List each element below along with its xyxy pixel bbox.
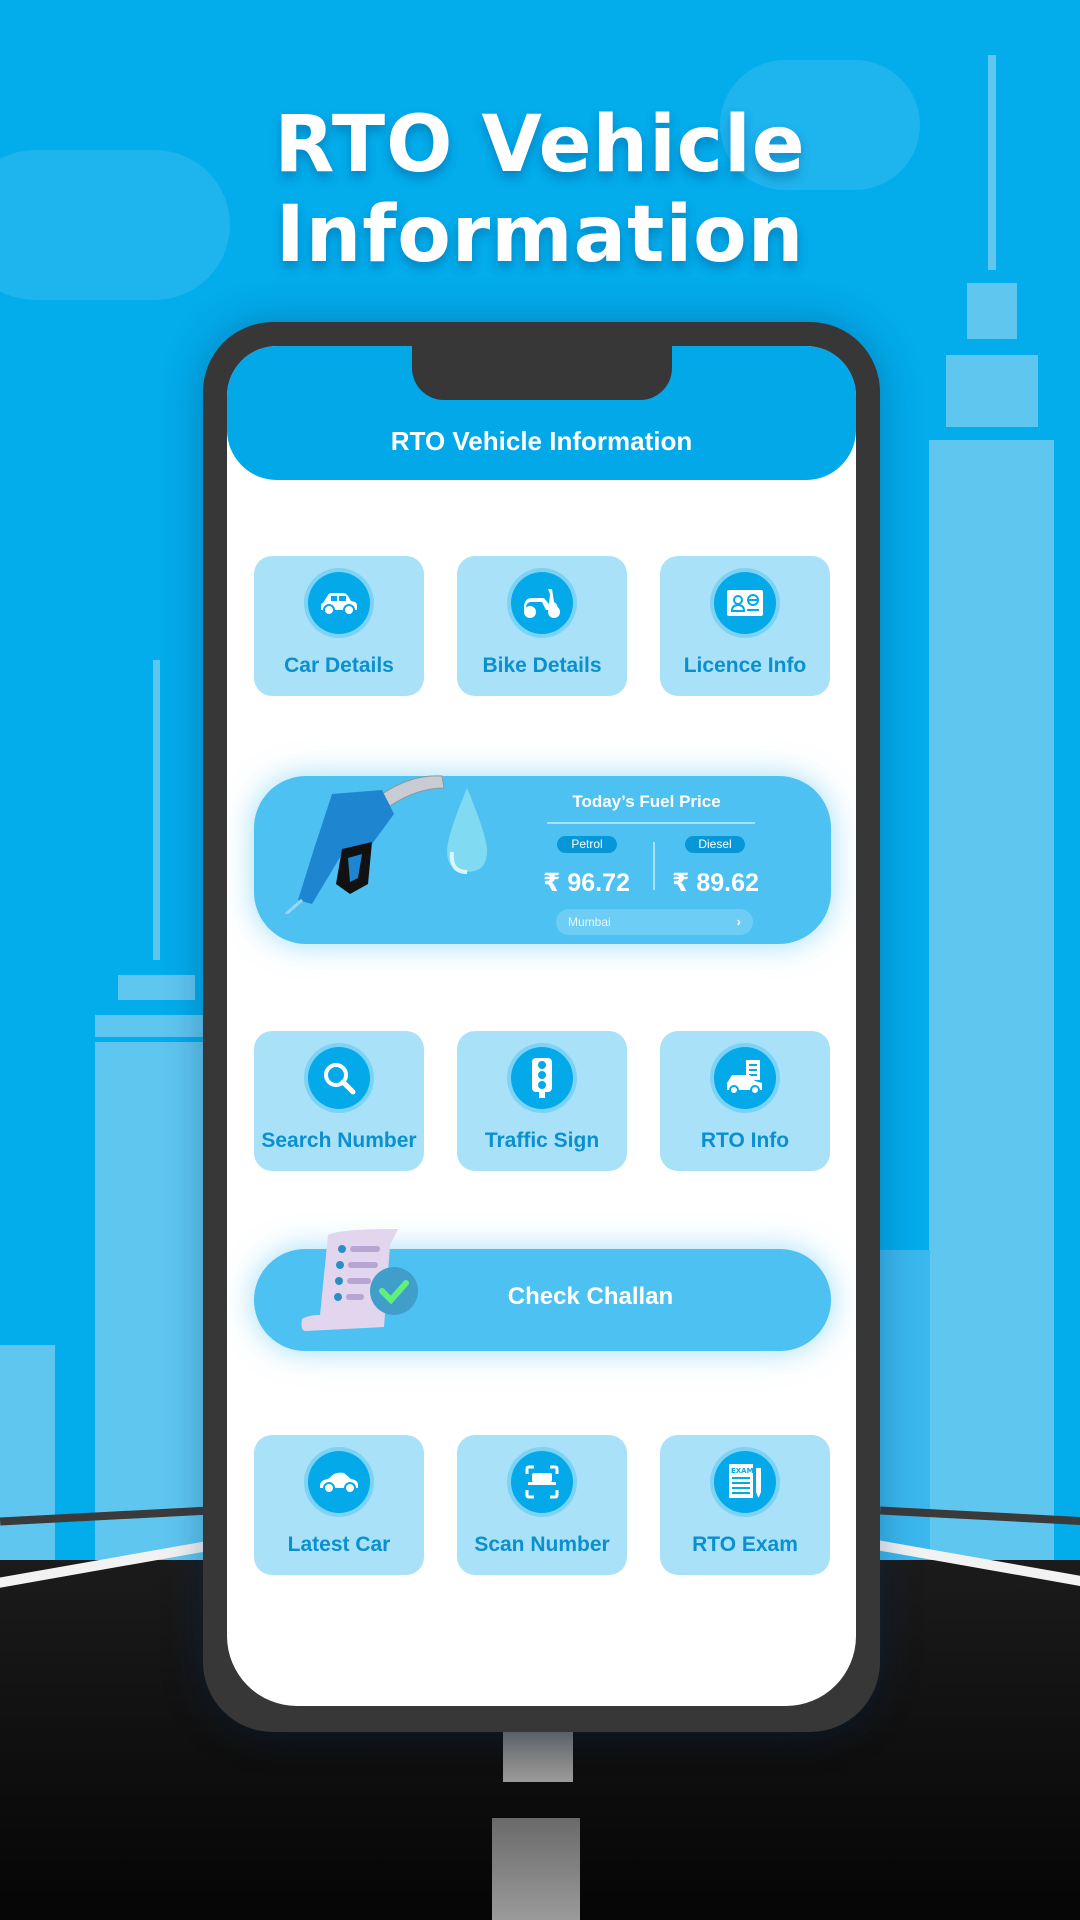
diesel-badge: Diesel bbox=[685, 836, 745, 853]
building-left-top bbox=[118, 975, 195, 1000]
phone-mockup: RTO Vehicle Information Car Details Bike… bbox=[203, 322, 880, 1732]
tile-label: Latest Car bbox=[287, 1533, 391, 1556]
lane-marking bbox=[503, 1730, 573, 1782]
scan-plate-icon bbox=[511, 1451, 573, 1513]
search-icon bbox=[308, 1047, 370, 1109]
tile-label: Scan Number bbox=[474, 1533, 610, 1556]
fuel-divider bbox=[547, 822, 755, 824]
tile-search-number[interactable]: Search Number bbox=[254, 1031, 424, 1171]
fuel-drop-icon bbox=[447, 788, 487, 874]
tile-label: Search Number bbox=[261, 1129, 417, 1152]
fuel-vertical-divider bbox=[653, 842, 655, 890]
chevron-right-icon: › bbox=[736, 914, 741, 929]
tile-label: RTO Exam bbox=[692, 1533, 798, 1556]
lane-marking bbox=[492, 1818, 580, 1920]
city-selector[interactable]: Mumbai › bbox=[556, 909, 753, 935]
tile-bike-details[interactable]: Bike Details bbox=[457, 556, 627, 696]
building-right-top bbox=[967, 283, 1017, 339]
tile-label: Licence Info bbox=[683, 654, 807, 677]
check-challan-button[interactable]: Check Challan bbox=[254, 1229, 831, 1351]
diesel-price: ₹ 89.62 bbox=[672, 869, 759, 897]
scooter-icon bbox=[511, 572, 573, 634]
exam-paper-icon: EXAM bbox=[714, 1451, 776, 1513]
tile-traffic-sign[interactable]: Traffic Sign bbox=[457, 1031, 627, 1171]
traffic-light-icon bbox=[511, 1047, 573, 1109]
building-left-small bbox=[0, 1345, 55, 1560]
sedan-car-icon bbox=[308, 1451, 370, 1513]
app-screen: RTO Vehicle Information Car Details Bike… bbox=[227, 346, 856, 1706]
tile-label: RTO Info bbox=[700, 1129, 790, 1152]
check-challan-label: Check Challan bbox=[507, 1283, 674, 1310]
licence-card-icon bbox=[714, 572, 776, 634]
tile-label: Bike Details bbox=[482, 654, 602, 677]
fuel-title: Today’s Fuel Price bbox=[572, 792, 721, 811]
rto-car-document-icon bbox=[714, 1047, 776, 1109]
svg-text:EXAM: EXAM bbox=[731, 1467, 754, 1475]
building-left-antenna bbox=[153, 660, 160, 960]
tile-car-details[interactable]: Car Details bbox=[254, 556, 424, 696]
phone-notch bbox=[412, 346, 672, 400]
app-title: RTO Vehicle Information bbox=[390, 426, 693, 456]
tile-latest-car[interactable]: Latest Car bbox=[254, 1435, 424, 1575]
tile-rto-exam[interactable]: EXAM RTO Exam bbox=[660, 1435, 830, 1575]
building-right bbox=[929, 440, 1054, 1560]
building-left bbox=[95, 1042, 205, 1562]
hero-title: RTO Vehicle Information bbox=[274, 100, 806, 280]
tile-rto-info[interactable]: RTO Info bbox=[660, 1031, 830, 1171]
tile-label: Car Details bbox=[284, 654, 394, 677]
building-right-mid bbox=[946, 355, 1038, 427]
tile-scan-number[interactable]: Scan Number bbox=[457, 1435, 627, 1575]
tile-label: Traffic Sign bbox=[484, 1129, 600, 1152]
petrol-badge: Petrol bbox=[557, 836, 617, 853]
city-name: Mumbai bbox=[568, 915, 611, 929]
tile-licence-info[interactable]: Licence Info bbox=[660, 556, 830, 696]
car-icon bbox=[308, 572, 370, 634]
building-left-mid bbox=[95, 1015, 205, 1037]
petrol-price: ₹ 96.72 bbox=[543, 869, 630, 897]
app-bar: RTO Vehicle Information bbox=[227, 346, 856, 480]
fuel-price-card[interactable]: Today’s Fuel Price Petrol Diesel ₹ 96.72… bbox=[254, 775, 831, 944]
